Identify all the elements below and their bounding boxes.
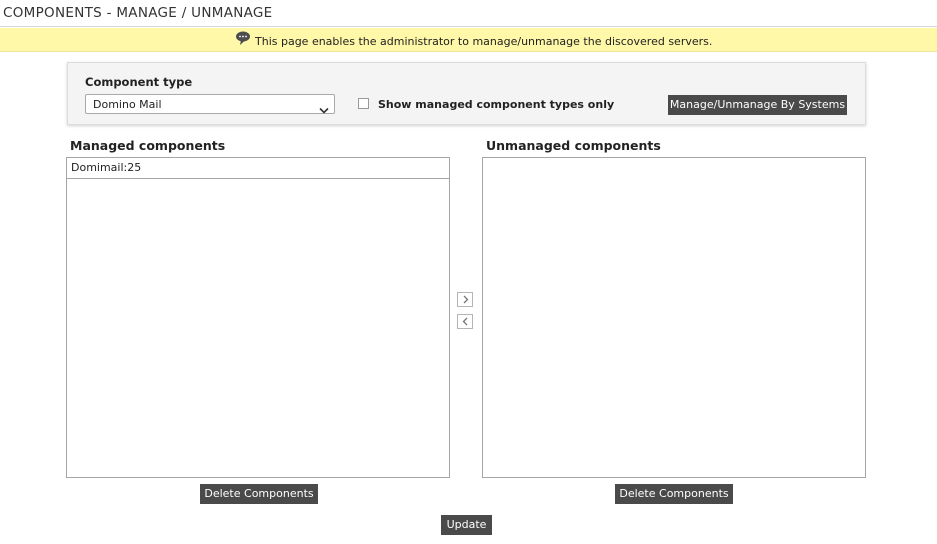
speech-bubble-icon — [235, 30, 251, 46]
unmanaged-components-label: Unmanaged components — [486, 138, 661, 153]
managed-components-list[interactable]: Domimail:25 — [66, 157, 450, 478]
list-item[interactable]: Domimail:25 — [67, 158, 449, 179]
chevron-down-icon — [319, 100, 329, 114]
filter-panel: Component type Domino Mail Show managed … — [67, 62, 866, 125]
manage-by-systems-button[interactable]: Manage/Unmanage By Systems — [668, 95, 847, 115]
page-title: COMPONENTS - MANAGE / UNMANAGE — [3, 5, 273, 21]
delete-unmanaged-components-button[interactable]: Delete Components — [615, 484, 733, 504]
delete-managed-components-button[interactable]: Delete Components — [200, 484, 318, 504]
component-type-select[interactable]: Domino Mail — [85, 94, 335, 114]
show-managed-only-checkbox[interactable] — [358, 98, 369, 109]
unmanaged-components-list[interactable] — [482, 157, 866, 478]
title-bar: COMPONENTS - MANAGE / UNMANAGE — [0, 0, 937, 27]
move-to-managed-button[interactable] — [457, 314, 473, 329]
component-type-label: Component type — [85, 75, 193, 89]
banner-message: This page enables the administrator to m… — [255, 35, 713, 48]
update-button[interactable]: Update — [441, 515, 492, 535]
component-type-value: Domino Mail — [93, 98, 162, 111]
show-managed-only-label: Show managed component types only — [378, 98, 615, 111]
managed-components-label: Managed components — [70, 138, 226, 153]
move-to-unmanaged-button[interactable] — [457, 292, 473, 307]
info-banner: This page enables the administrator to m… — [0, 28, 937, 52]
